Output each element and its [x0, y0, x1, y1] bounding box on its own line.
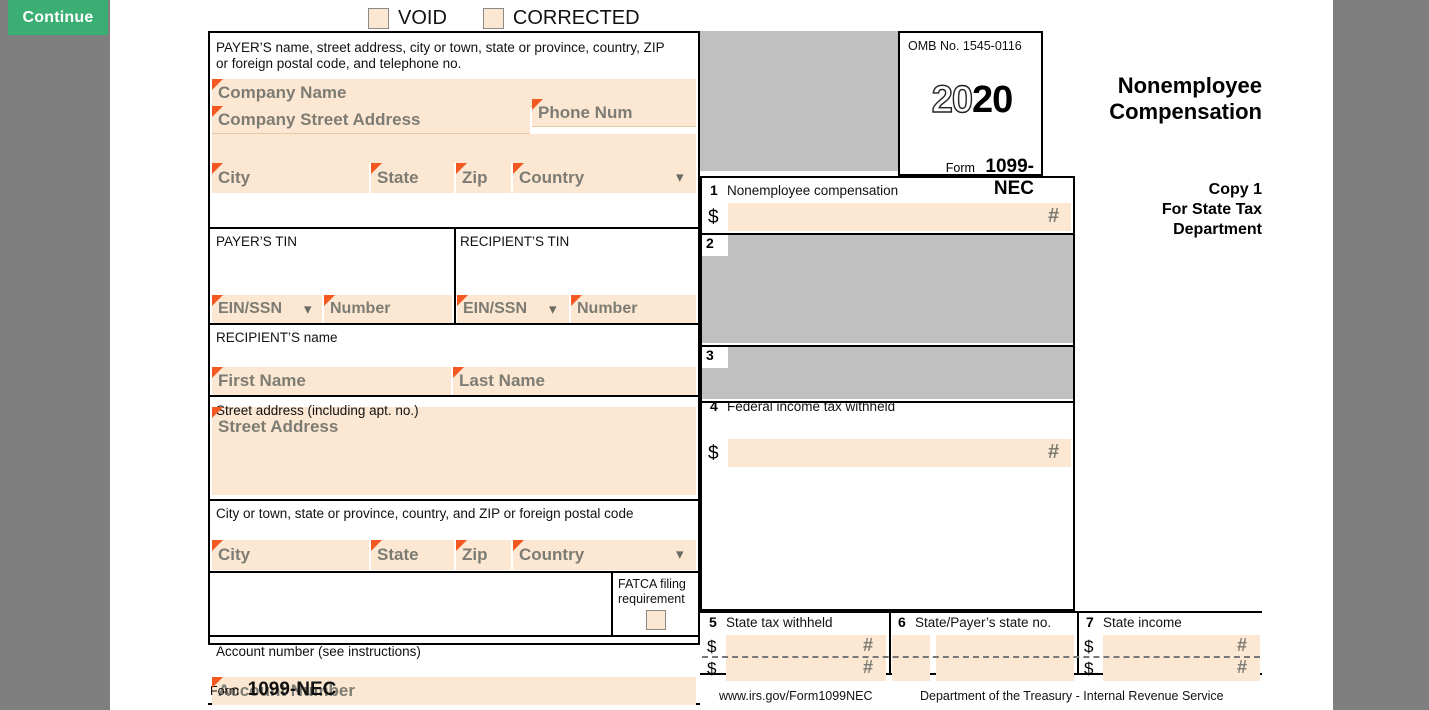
- box6-number: 6: [898, 614, 906, 630]
- footer-agency: Department of the Treasury - Internal Re…: [920, 689, 1224, 703]
- payer-zip-input[interactable]: [456, 163, 511, 193]
- form-title-line2: Compensation: [1109, 99, 1262, 124]
- box6-state-input-row1[interactable]: [892, 635, 930, 658]
- copy-line2: For State Tax: [1161, 201, 1262, 218]
- masked-panel-top: [700, 31, 898, 171]
- void-label: VOID: [398, 6, 447, 29]
- box6-label: State/Payer’s state no.: [915, 615, 1052, 630]
- tax-year-hollow-part: 20: [931, 78, 974, 121]
- box7-amount-input-row2[interactable]: [1103, 658, 1260, 681]
- state-divider-2: [1077, 611, 1079, 675]
- box4-label: Federal income tax withheld: [727, 399, 896, 414]
- recipient-state-input[interactable]: [371, 540, 454, 570]
- recipient-country-select[interactable]: [513, 540, 696, 570]
- fatca-label-line1: FATCA filing: [618, 577, 686, 591]
- recipient-first-name-input[interactable]: [212, 367, 451, 395]
- box3-number: 3: [706, 347, 714, 363]
- recipient-last-name-input[interactable]: [453, 367, 696, 395]
- recipient-city-label: City or town, state or province, country…: [216, 506, 634, 521]
- account-number-label: Account number (see instructions): [216, 644, 421, 659]
- continue-button[interactable]: Continue: [8, 0, 108, 35]
- box1-amount-input[interactable]: [728, 203, 1071, 231]
- phone-input[interactable]: [532, 99, 696, 127]
- box6-number-input-row2[interactable]: [936, 658, 1074, 681]
- omb-number: OMB No. 1545-0116: [908, 39, 1022, 53]
- form-1099-nec: PAYER’S name, street address, city or to…: [208, 31, 1262, 705]
- screen: Continue VOID CORRECTED PAYER’S name, st…: [0, 0, 1429, 710]
- payer-country-select[interactable]: [513, 163, 696, 193]
- box3-number-tag: 3: [702, 347, 728, 368]
- recipient-city-input[interactable]: [212, 540, 369, 570]
- corrected-checkbox-group[interactable]: CORRECTED: [482, 6, 640, 30]
- box1-currency: $: [708, 207, 719, 228]
- recipient-tin-type-select[interactable]: [457, 295, 569, 323]
- recipient-zip-input[interactable]: [456, 540, 511, 570]
- recipient-tin-label: RECIPIENT’S TIN: [460, 234, 570, 249]
- box7-currency-row1: $: [1084, 637, 1094, 656]
- state-rows-separator: [702, 656, 1260, 658]
- box4-number: 4: [710, 398, 718, 414]
- tax-year: 2020: [908, 78, 1036, 122]
- void-checkbox-group[interactable]: VOID: [368, 7, 447, 30]
- payer-state-input[interactable]: [371, 163, 454, 193]
- box2-disabled-area: [702, 235, 1073, 343]
- payer-instruction-line1: PAYER’S name, street address, city or to…: [216, 40, 665, 55]
- box6-state-input-row2[interactable]: [892, 658, 930, 681]
- recipient-tin-number-input[interactable]: [571, 295, 696, 323]
- payer-tin-number-input[interactable]: [324, 295, 452, 323]
- fatca-label-line2: requirement: [618, 592, 685, 606]
- box4-currency: $: [708, 443, 719, 464]
- recipient-name-label: RECIPIENT’S name: [216, 330, 338, 345]
- box5-currency-row2: $: [707, 659, 717, 678]
- box7-currency-row2: $: [1084, 659, 1094, 678]
- state-divider-1: [889, 611, 891, 675]
- copy-block: Copy 1 For State Tax Department: [1053, 180, 1262, 240]
- copy-line1: Copy 1: [1208, 181, 1262, 198]
- box6-number-input-row1[interactable]: [936, 635, 1074, 658]
- form-title-line1: Nonemployee: [1117, 73, 1262, 98]
- company-street-input[interactable]: [212, 106, 530, 134]
- footer-form-number: 1099-NEC: [247, 679, 337, 700]
- fatca-checkbox[interactable]: [646, 610, 666, 630]
- omb-form-label: Form: [945, 161, 975, 175]
- box7-number: 7: [1086, 614, 1094, 630]
- box1-number: 1: [710, 182, 718, 198]
- corrected-checkbox[interactable]: [482, 7, 504, 29]
- box5-amount-input-row2[interactable]: [726, 658, 886, 681]
- box5-currency-row1: $: [707, 637, 717, 656]
- footer-form-tag: Form 1099-NEC: [210, 679, 336, 701]
- payer-city-input[interactable]: [212, 163, 369, 193]
- box3-disabled-area: [702, 347, 1073, 399]
- box5-label: State tax withheld: [726, 615, 833, 630]
- payer-block-filler: [212, 134, 696, 163]
- box7-amount-input-row1[interactable]: [1103, 635, 1260, 658]
- box5-amount-input-row1[interactable]: [726, 635, 886, 658]
- box1-label: Nonemployee compensation: [727, 183, 899, 198]
- footer-form-label: Form: [210, 684, 240, 698]
- payer-instruction-line2: or foreign postal code, and telephone no…: [216, 56, 462, 71]
- box2-number: 2: [706, 235, 714, 251]
- void-checkbox[interactable]: [368, 7, 389, 29]
- fatca-divider: [611, 571, 613, 635]
- payer-tin-label: PAYER’S TIN: [216, 234, 298, 249]
- tin-divider: [454, 227, 456, 323]
- void-corrected-row: VOID CORRECTED: [368, 5, 768, 31]
- corrected-label: CORRECTED: [512, 6, 640, 29]
- box4-amount-input[interactable]: [728, 439, 1071, 467]
- box2-number-tag: 2: [702, 235, 728, 256]
- box7-label: State income: [1103, 615, 1182, 630]
- recipient-street-input[interactable]: [212, 413, 696, 441]
- copy-line3: Department: [1173, 221, 1262, 238]
- footer-url[interactable]: www.irs.gov/Form1099NEC: [719, 689, 873, 703]
- payer-tin-type-select[interactable]: [212, 295, 322, 323]
- tax-year-solid-part: 20: [972, 79, 1013, 121]
- form-title: Nonemployee Compensation: [1053, 73, 1262, 125]
- box5-number: 5: [709, 614, 717, 630]
